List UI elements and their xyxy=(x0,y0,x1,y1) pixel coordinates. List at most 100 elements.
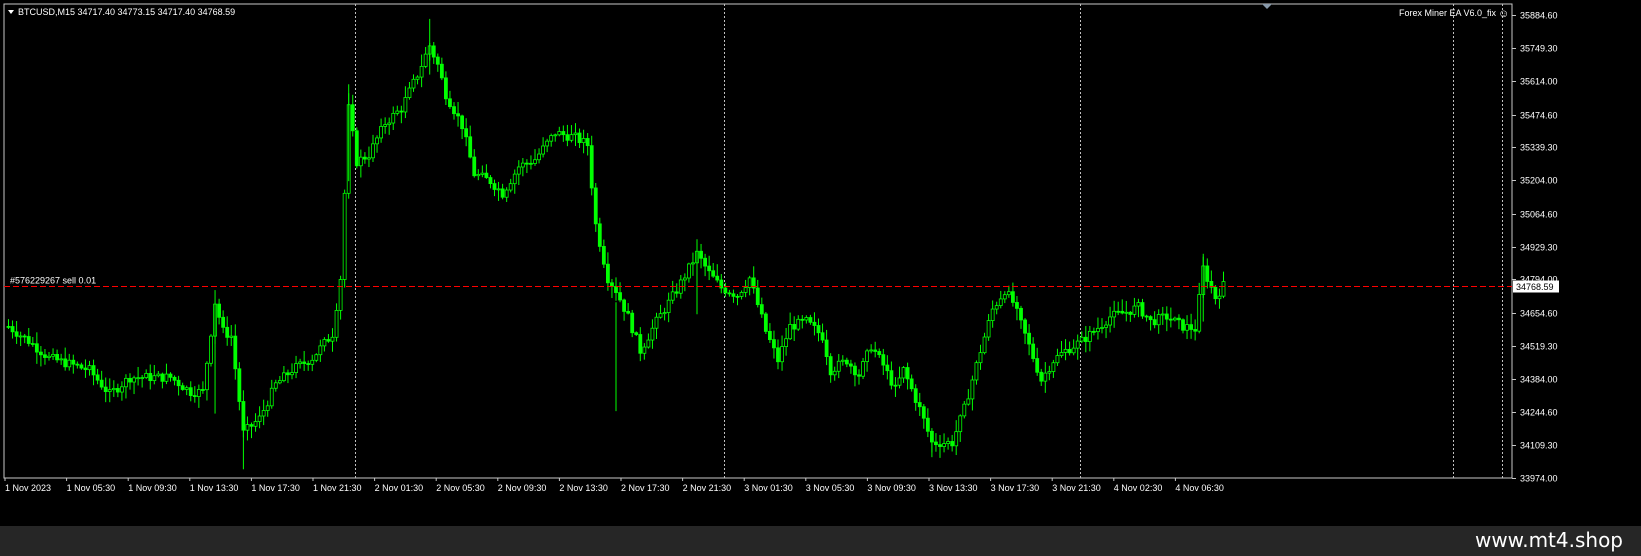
candle-body xyxy=(225,326,230,338)
candle xyxy=(674,283,679,298)
candle-body xyxy=(743,287,748,293)
candle xyxy=(1116,301,1121,316)
candle xyxy=(622,298,626,321)
candle-body xyxy=(87,365,92,371)
candle-body xyxy=(257,415,262,422)
candle-body xyxy=(788,324,793,340)
candle xyxy=(407,81,412,100)
candle xyxy=(1043,362,1048,393)
candle-body xyxy=(962,403,967,417)
dropdown-triangle-icon xyxy=(8,10,14,14)
candle-body xyxy=(853,365,857,376)
candle-body xyxy=(796,318,801,330)
candle xyxy=(468,125,473,159)
candle-body xyxy=(893,384,898,387)
candle-body xyxy=(168,373,173,378)
candle-body xyxy=(1221,281,1226,297)
candle-body xyxy=(383,124,388,127)
candle xyxy=(869,344,874,354)
candle xyxy=(885,355,890,380)
candle-body xyxy=(1043,372,1048,382)
candle-body xyxy=(480,172,485,175)
candle-body xyxy=(342,192,347,280)
candle xyxy=(448,90,452,109)
candle-body xyxy=(209,335,213,364)
candle xyxy=(606,252,610,291)
candle xyxy=(593,182,598,232)
candle-body xyxy=(318,345,323,356)
candle-body xyxy=(1148,316,1153,321)
chart-area[interactable]: #576229267 sell 0.01 35884.60 35749.30 356… xyxy=(0,0,1641,526)
candle-body xyxy=(626,311,631,314)
candle-body xyxy=(1136,302,1141,307)
candle-body xyxy=(828,356,833,376)
candle-body xyxy=(727,292,732,295)
candle xyxy=(488,175,493,189)
candle xyxy=(670,280,675,304)
candle xyxy=(557,126,562,137)
candle-body xyxy=(901,367,906,379)
candle-body xyxy=(103,386,108,392)
candle xyxy=(318,339,323,362)
candle-body xyxy=(946,441,950,444)
candle xyxy=(537,148,541,164)
candle-body xyxy=(662,312,667,315)
candle xyxy=(1031,337,1036,363)
candle xyxy=(496,181,501,201)
candle xyxy=(962,401,967,419)
candle-body xyxy=(504,189,509,198)
candle xyxy=(577,128,582,149)
current-price-marker: 34768.59 xyxy=(1513,280,1559,293)
candle xyxy=(533,149,537,166)
candle xyxy=(1217,288,1222,309)
candle xyxy=(768,323,772,343)
candle xyxy=(79,362,84,370)
candle-body xyxy=(1128,311,1133,315)
x-tick-label: 3 Nov 01:30 xyxy=(744,483,793,493)
chart-shift-icon xyxy=(1262,4,1272,9)
y-tick-label: 34654.60 xyxy=(1520,309,1558,319)
candle-body xyxy=(152,375,157,382)
candle-body xyxy=(47,355,51,358)
candle-body xyxy=(772,339,776,349)
candle-body xyxy=(1019,307,1023,321)
candle-body xyxy=(897,377,902,386)
candle-body xyxy=(998,298,1003,306)
candle xyxy=(573,123,578,146)
candle-body xyxy=(978,352,983,364)
symbol-info: BTCUSD,M15 34717.40 34773.15 34717.40 34… xyxy=(18,7,235,17)
candle-body xyxy=(561,131,566,136)
candle-body xyxy=(330,336,335,342)
candle-body xyxy=(22,335,27,338)
candle xyxy=(500,183,505,200)
candle-body xyxy=(34,343,39,353)
candle xyxy=(1140,298,1145,319)
candle xyxy=(808,314,813,325)
candle-body xyxy=(192,395,197,397)
candle-body xyxy=(124,377,128,388)
candle xyxy=(67,353,72,371)
candle-body xyxy=(909,378,914,390)
candle-body xyxy=(865,350,869,362)
candle xyxy=(399,105,404,124)
candle xyxy=(731,289,736,303)
candle-body xyxy=(1063,348,1068,353)
candle xyxy=(990,300,995,328)
plot-frame xyxy=(3,3,1513,479)
x-tick-label: 2 Nov 17:30 xyxy=(621,483,670,493)
candle xyxy=(456,102,460,127)
candle-body xyxy=(735,295,740,298)
price-chart[interactable]: #576229267 sell 0.01 35884.60 35749.30 356… xyxy=(0,0,1641,526)
candle-body xyxy=(869,349,874,352)
candle xyxy=(585,133,590,156)
candle-body xyxy=(221,316,226,328)
candle xyxy=(160,372,165,389)
candle-body xyxy=(18,335,23,338)
candle-body xyxy=(375,137,379,145)
candle xyxy=(1039,368,1044,386)
candle-body xyxy=(954,431,959,447)
candle xyxy=(921,404,926,429)
candle xyxy=(180,382,185,391)
candle xyxy=(294,355,298,379)
candle xyxy=(1181,318,1185,334)
